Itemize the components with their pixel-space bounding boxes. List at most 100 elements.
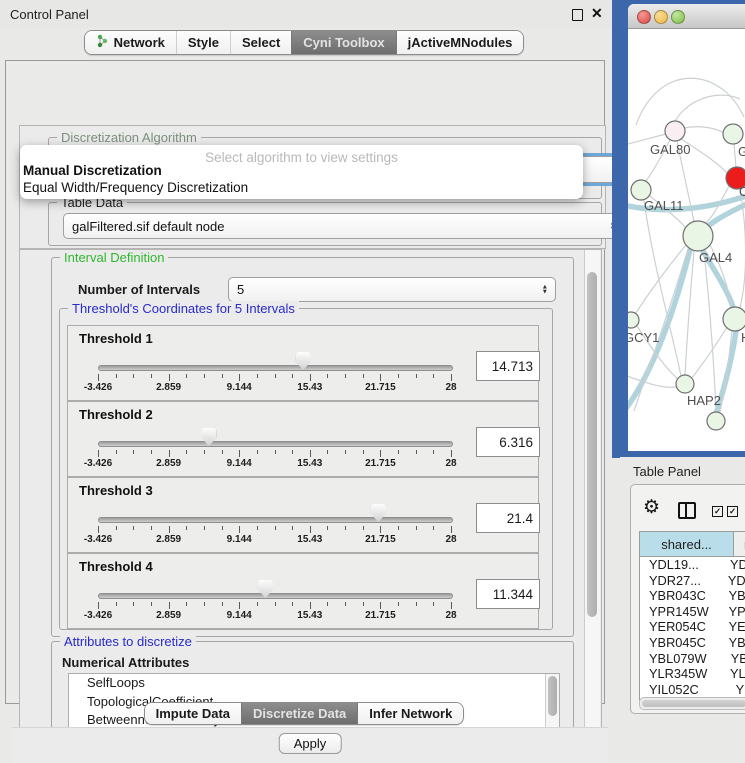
network-node-ga[interactable] [723, 124, 743, 144]
slider-handle[interactable] [258, 580, 273, 598]
tab-style[interactable]: Style [176, 31, 230, 54]
network-edge[interactable] [636, 78, 744, 125]
table-cell[interactable]: YER054C [640, 619, 720, 635]
network-window-titlebar[interactable] [628, 4, 745, 29]
network-node-gal11[interactable] [631, 180, 651, 200]
table-cell[interactable]: YIL052C [640, 682, 727, 698]
slider-track[interactable] [98, 441, 453, 447]
algorithm-option-equal-width-frequency-discretization[interactable]: Equal Width/Frequency Discretization [23, 180, 248, 195]
minimize-window-icon[interactable] [654, 10, 668, 24]
network-node-h[interactable] [723, 307, 745, 331]
algorithm-option-manual-discretization[interactable]: Manual Discretization [23, 163, 162, 178]
table-cell[interactable]: YER0 [720, 619, 745, 635]
slider-handle[interactable] [371, 504, 386, 522]
table-cell[interactable]: YPR1 [720, 604, 745, 620]
table-row[interactable]: YIL052CYIL0 [640, 682, 745, 698]
table-row[interactable]: YLR345WYLR3 [640, 666, 745, 682]
panel-scrollbar[interactable] [584, 250, 600, 760]
network-node-gcy1[interactable] [628, 312, 639, 328]
slider-handle[interactable] [201, 428, 216, 446]
tick-mark [310, 602, 311, 609]
network-edge[interactable] [675, 95, 740, 121]
table-cell[interactable]: YIL0 [727, 682, 745, 698]
network-edge[interactable] [704, 251, 716, 412]
threshold-value-field[interactable]: 14.713 [476, 351, 540, 381]
number-of-intervals-label: Number of Intervals [78, 282, 200, 297]
number-of-intervals-combo[interactable]: 5 ▲▼ [228, 277, 556, 302]
tab-infer-network[interactable]: Infer Network [357, 703, 463, 724]
table-row[interactable]: YBR045CYBR0 [640, 635, 745, 651]
attribute-item-selfloops[interactable]: SelfLoops [69, 674, 559, 693]
checkbox-icon[interactable]: ✓ [727, 506, 738, 517]
tab-discretize-data[interactable]: Discretize Data [241, 703, 357, 724]
network-node-label: GAL4 [699, 250, 732, 265]
column-layout-icon[interactable] [678, 502, 696, 519]
table-row[interactable]: YBL079WYBL0 [640, 651, 745, 667]
slider-ticks [98, 526, 451, 534]
column-header-2[interactable]: n [734, 532, 745, 556]
tick-mark [204, 526, 205, 530]
apply-button[interactable]: Apply [279, 733, 342, 754]
tick-mark [275, 602, 276, 606]
table-data-combo[interactable]: galFiltered.sif default node ▲▼ [63, 213, 624, 239]
threshold-value-field[interactable]: 21.4 [476, 503, 540, 533]
close-panel-icon[interactable]: ✕ [591, 5, 603, 22]
network-node-gal80[interactable] [665, 121, 685, 141]
table-cell[interactable]: YPR145W [640, 604, 720, 620]
network-node-label: GAL80 [650, 142, 690, 157]
network-node-gal4[interactable] [683, 221, 713, 251]
threshold-value-field[interactable]: 6.316 [476, 427, 540, 457]
table-cell[interactable]: YLR3 [721, 666, 745, 682]
zoom-window-icon[interactable] [671, 10, 685, 24]
table-cell[interactable]: YDL1 [721, 557, 745, 573]
threshold-value-field[interactable]: 11.344 [476, 579, 540, 609]
network-node-hap2[interactable] [676, 375, 694, 393]
table-cell[interactable]: YBR043C [640, 588, 720, 604]
table-cell[interactable]: YBR0 [720, 588, 745, 604]
slider-track[interactable] [98, 517, 453, 523]
tick-mark [292, 602, 293, 606]
network-edge[interactable] [692, 327, 727, 378]
table-cell[interactable]: YBL079W [640, 651, 722, 667]
control-panel-titlebar: Control Panel ✕ [0, 0, 617, 28]
float-window-icon[interactable] [572, 9, 583, 21]
tab-jactivemnodules[interactable]: jActiveMNodules [396, 31, 524, 54]
network-node[interactable] [707, 412, 725, 430]
network-edge[interactable] [734, 144, 736, 167]
gear-icon[interactable]: ⚙ [643, 498, 660, 517]
slider-handle[interactable] [296, 352, 311, 370]
table-cell[interactable]: YBR0 [720, 635, 745, 651]
table-cell[interactable]: YDR27... [640, 573, 719, 589]
network-edge[interactable] [684, 127, 724, 133]
table-cell[interactable]: YBL0 [722, 651, 745, 667]
tab-cyni-toolbox[interactable]: Cyni Toolbox [291, 31, 395, 54]
tab-network[interactable]: Network [85, 31, 176, 54]
tick-mark [239, 374, 240, 381]
thresholds-group-label: Threshold's Coordinates for 5 Intervals [68, 301, 299, 316]
table-row[interactable]: YER054CYER0 [640, 619, 745, 635]
tab-select[interactable]: Select [230, 31, 291, 54]
tick-mark [204, 374, 205, 378]
table-cell[interactable]: YLR345W [640, 666, 721, 682]
checkbox-icon[interactable]: ✓ [712, 506, 723, 517]
tab-impute-data[interactable]: Impute Data [145, 703, 241, 724]
table-row[interactable]: YBR043CYBR0 [640, 588, 745, 604]
tick-mark [327, 602, 328, 606]
table-cell[interactable]: YBR045C [640, 635, 720, 651]
close-window-icon[interactable] [637, 10, 651, 24]
table-hscrollbar-thumb[interactable] [642, 700, 745, 707]
interval-definition-label: Interval Definition [60, 250, 168, 265]
table-row[interactable]: YDR27...YDR2 [640, 573, 745, 589]
table-cell[interactable]: YDL19... [640, 557, 721, 573]
table-cell[interactable]: YDR2 [719, 573, 745, 589]
panel-scrollbar-thumb[interactable] [587, 272, 597, 617]
table-row[interactable]: YDL19...YDL1 [640, 557, 745, 573]
network-canvas[interactable]: GAL80GACGAL11GAL4GCY1HHAP2 [628, 29, 745, 451]
table-row[interactable]: YPR145WYPR1 [640, 604, 745, 620]
slider-track[interactable] [98, 365, 453, 371]
slider-track[interactable] [98, 593, 453, 599]
tick-mark [275, 450, 276, 454]
column-header-1[interactable]: shared... [640, 532, 734, 556]
table-hscrollbar[interactable] [639, 697, 745, 710]
network-edge[interactable] [628, 375, 676, 387]
